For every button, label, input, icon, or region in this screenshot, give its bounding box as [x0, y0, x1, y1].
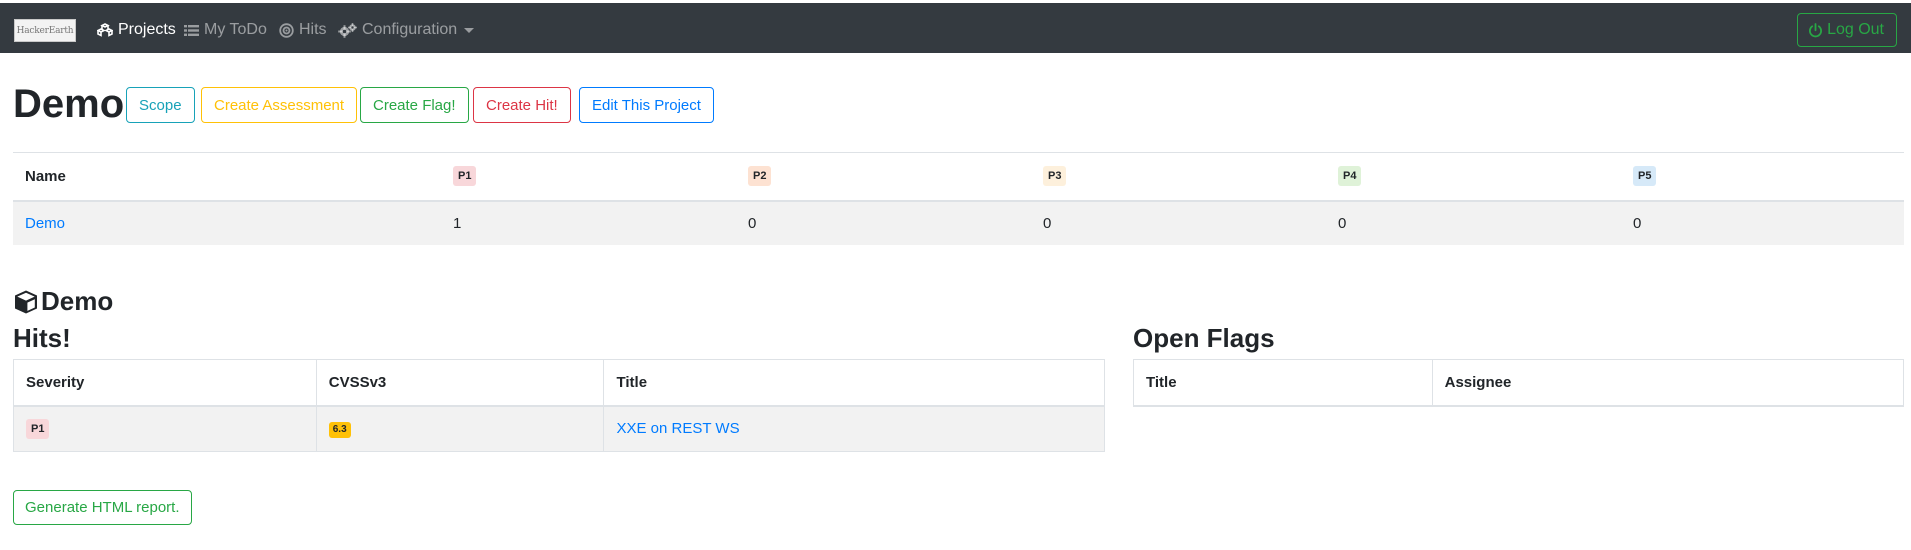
summary-header-row: Name P1 P2 P3 P4 P5: [13, 152, 1904, 202]
page-title: Demo: [13, 82, 125, 126]
nav-my-todo-label: My ToDo: [204, 21, 267, 38]
generate-report-button[interactable]: Generate HTML report.: [13, 490, 192, 525]
nav-projects-label: Projects: [118, 21, 176, 38]
section-title: Demo: [13, 286, 113, 317]
edit-project-button[interactable]: Edit This Project: [579, 87, 714, 123]
p2-count: 0: [748, 214, 757, 232]
cubes-icon: [97, 23, 113, 37]
top-navbar: HackerEarth Projects My ToDo Hits Config…: [0, 3, 1911, 53]
chevron-down-icon: [464, 27, 475, 33]
project-link[interactable]: Demo: [25, 215, 65, 232]
p3-badge: P3: [1043, 166, 1067, 187]
nav-configuration-dropdown[interactable]: Configuration: [338, 19, 475, 41]
cube-icon: [15, 290, 37, 313]
flags-header-row: Title Assignee: [1133, 359, 1905, 407]
hit-title-link[interactable]: XXE on REST WS: [616, 420, 739, 437]
table-row: Demo 1 0 0 0 0: [13, 200, 1904, 245]
flags-header-title: Title: [1133, 359, 1433, 407]
hits-table: Severity CVSSv3 Title P1 6.3 XXE on REST…: [13, 359, 1105, 452]
p4-badge: P4: [1338, 166, 1362, 187]
list-icon: [184, 24, 199, 36]
open-flags-table: Title Assignee: [1133, 359, 1905, 407]
project-summary-table: Name P1 P2 P3 P4 P5 Demo 1 0 0 0 0: [13, 152, 1904, 245]
logout-button[interactable]: Log Out: [1797, 13, 1897, 47]
hits-header-cvss: CVSSv3: [315, 359, 605, 407]
p2-badge: P2: [748, 166, 772, 187]
p3-count: 0: [1043, 214, 1052, 232]
p4-count: 0: [1338, 214, 1347, 232]
nav-projects[interactable]: Projects: [97, 19, 176, 41]
create-hit-button[interactable]: Create Hit!: [473, 87, 571, 123]
logout-label: Log Out: [1827, 21, 1884, 38]
create-flag-button[interactable]: Create Flag!: [360, 87, 469, 123]
hits-heading: Hits!: [13, 323, 71, 353]
flags-header-assignee: Assignee: [1431, 359, 1905, 407]
scope-button[interactable]: Scope: [126, 87, 195, 123]
hits-header-row: Severity CVSSv3 Title: [13, 359, 1105, 407]
hits-header-title: Title: [603, 359, 1105, 407]
nav-configuration-label: Configuration: [362, 21, 458, 38]
severity-badge: P1: [26, 418, 50, 439]
section-title-text: Demo: [41, 286, 114, 316]
cvss-score-badge: 6.3: [328, 422, 351, 439]
summary-header-name: Name: [13, 152, 441, 202]
p5-count: 0: [1633, 214, 1642, 232]
brand-logo-text: HackerEarth: [16, 25, 74, 36]
cogs-icon: [338, 22, 357, 38]
create-assessment-button[interactable]: Create Assessment: [201, 87, 358, 123]
p1-count: 1: [453, 214, 462, 232]
bullseye-icon: [279, 22, 294, 38]
brand-logo[interactable]: HackerEarth: [14, 19, 76, 42]
nav-my-todo[interactable]: My ToDo: [184, 19, 267, 41]
nav-hits-label: Hits: [299, 21, 327, 38]
hits-header-severity: Severity: [13, 359, 317, 407]
open-flags-heading: Open Flags: [1133, 323, 1275, 353]
nav-hits[interactable]: Hits: [279, 19, 327, 41]
p1-badge: P1: [453, 166, 477, 187]
power-icon: [1809, 22, 1823, 37]
p5-badge: P5: [1633, 166, 1657, 187]
table-row[interactable]: P1 6.3 XXE on REST WS: [13, 405, 1105, 452]
